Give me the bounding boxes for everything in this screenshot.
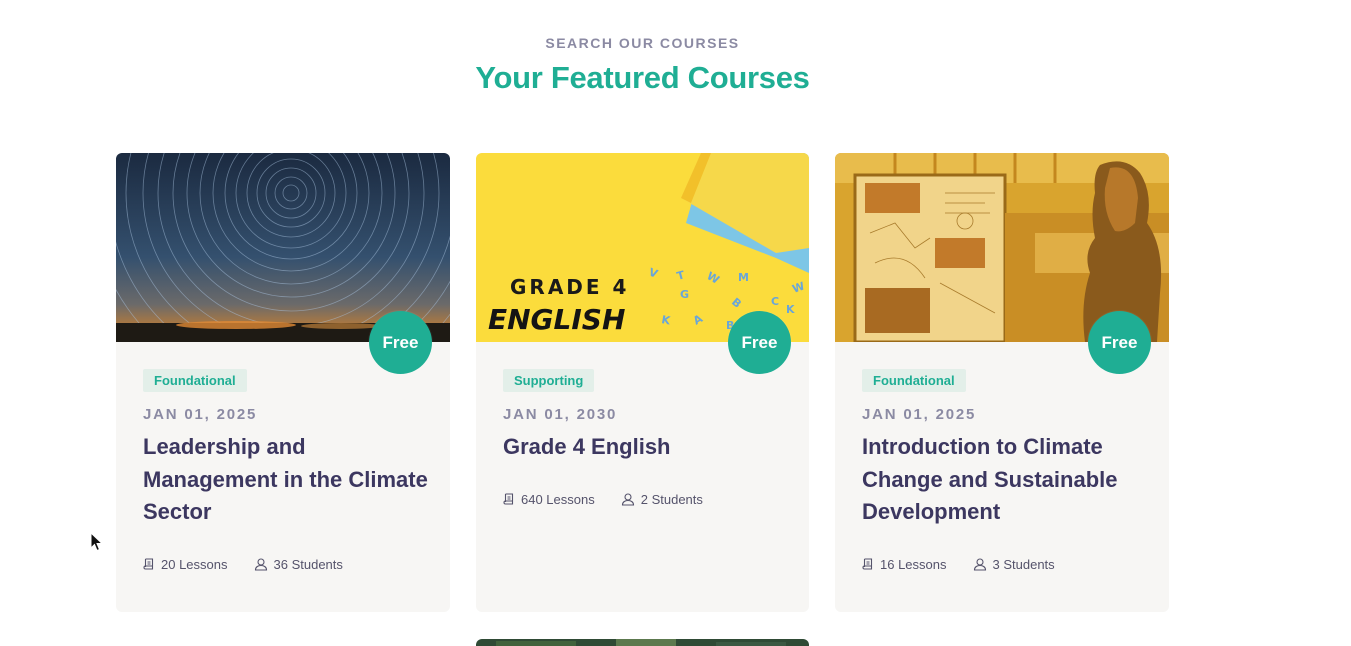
price-badge: Free xyxy=(1088,311,1151,374)
course-title[interactable]: Introduction to Climate Change and Susta… xyxy=(862,431,1152,529)
section-eyebrow: SEARCH OUR COURSES xyxy=(545,35,740,51)
lessons-label: 16 Lessons xyxy=(880,557,947,572)
category-tag[interactable]: Foundational xyxy=(143,369,247,392)
course-meta: 20 Lessons 36 Students xyxy=(143,557,369,572)
students-label: 3 Students xyxy=(992,557,1055,572)
lessons-count: 20 Lessons xyxy=(143,557,228,572)
user-icon xyxy=(254,558,267,571)
user-icon xyxy=(621,493,634,506)
svg-text:C: C xyxy=(771,295,779,308)
students-label: 2 Students xyxy=(640,492,703,507)
user-icon xyxy=(973,558,986,571)
price-badge: Free xyxy=(369,311,432,374)
course-title[interactable]: Leadership and Management in the Climate… xyxy=(143,431,433,529)
lessons-count: 640 Lessons xyxy=(503,492,595,507)
course-date: JAN 01, 2030 xyxy=(503,406,618,423)
course-meta: 16 Lessons 3 Students xyxy=(862,557,1081,572)
svg-text:G: G xyxy=(680,288,689,301)
thumbnail-text-grade: GRADE 4 xyxy=(510,275,629,299)
svg-text:M: M xyxy=(738,271,749,284)
thumbnail-text-english: ENGLISH xyxy=(488,303,625,336)
mouse-cursor-icon xyxy=(90,532,104,552)
lessons-label: 640 Lessons xyxy=(521,492,595,507)
category-tag[interactable]: Supporting xyxy=(503,369,595,392)
students-count: 36 Students xyxy=(254,557,343,572)
course-card[interactable]: V T W M G B C W K A K B GRADE 4 ENGLISH … xyxy=(476,153,809,612)
students-count: 2 Students xyxy=(621,492,703,507)
course-card[interactable]: Free Foundational JAN 01, 2025 Introduct… xyxy=(835,153,1169,612)
students-label: 36 Students xyxy=(273,557,343,572)
course-date: JAN 01, 2025 xyxy=(143,406,258,423)
course-card[interactable]: Free Foundational JAN 01, 2025 Leadershi… xyxy=(116,153,450,612)
course-date: JAN 01, 2025 xyxy=(862,406,977,423)
svg-text:K: K xyxy=(786,303,795,316)
book-icon xyxy=(862,558,873,570)
students-count: 3 Students xyxy=(973,557,1055,572)
book-icon xyxy=(503,493,514,505)
lessons-count: 16 Lessons xyxy=(862,557,947,572)
course-meta: 640 Lessons 2 Students xyxy=(503,492,729,507)
book-icon xyxy=(143,558,154,570)
course-title[interactable]: Grade 4 English xyxy=(503,431,793,464)
next-row-card-thumbnail[interactable] xyxy=(476,639,809,646)
price-badge: Free xyxy=(728,311,791,374)
category-tag[interactable]: Foundational xyxy=(862,369,966,392)
lessons-label: 20 Lessons xyxy=(161,557,228,572)
section-heading: Your Featured Courses xyxy=(475,60,810,95)
